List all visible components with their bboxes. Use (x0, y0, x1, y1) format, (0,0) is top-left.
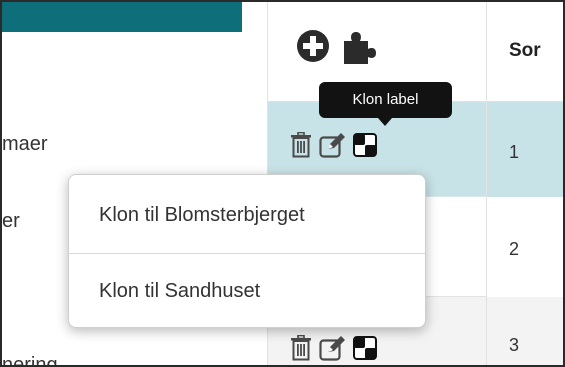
puzzle-icon[interactable] (340, 27, 380, 65)
sort-column-header[interactable]: Sor (487, 2, 563, 102)
left-cell-text: er (2, 210, 20, 232)
sort-column: Sor 1 2 3 (486, 2, 563, 365)
clone-icon[interactable] (353, 133, 377, 157)
edit-icon[interactable] (319, 132, 347, 158)
menu-item-clone-sandhuset[interactable]: Klon til Sandhuset (69, 253, 425, 329)
sort-value: 2 (509, 239, 520, 259)
sort-value: 1 (509, 142, 520, 162)
sort-cell: 2 (487, 197, 563, 297)
sort-column-label: Sor (509, 40, 541, 61)
edit-icon[interactable] (319, 335, 347, 361)
clone-icon[interactable] (353, 336, 377, 360)
sort-value: 3 (509, 335, 520, 355)
clone-dropdown-menu: Klon til Blomsterbjerget Klon til Sandhu… (68, 174, 426, 328)
trash-icon[interactable] (290, 132, 312, 158)
menu-item-clone-blomsterbjerget[interactable]: Klon til Blomsterbjerget (69, 177, 425, 253)
tooltip-arrow (378, 118, 392, 126)
plus-circle-icon[interactable] (296, 29, 330, 63)
sort-cell: 1 (487, 102, 563, 197)
trash-icon[interactable] (290, 335, 312, 361)
left-cell-text: maer (2, 133, 48, 155)
clone-tooltip: Klon label (319, 82, 452, 118)
header-accent-bar (2, 2, 242, 32)
sort-cell: 3 (487, 297, 563, 365)
page-frame: maer er nering Sor 1 2 3 Klon label Klon… (0, 0, 565, 367)
left-cell-text: nering (2, 354, 58, 367)
